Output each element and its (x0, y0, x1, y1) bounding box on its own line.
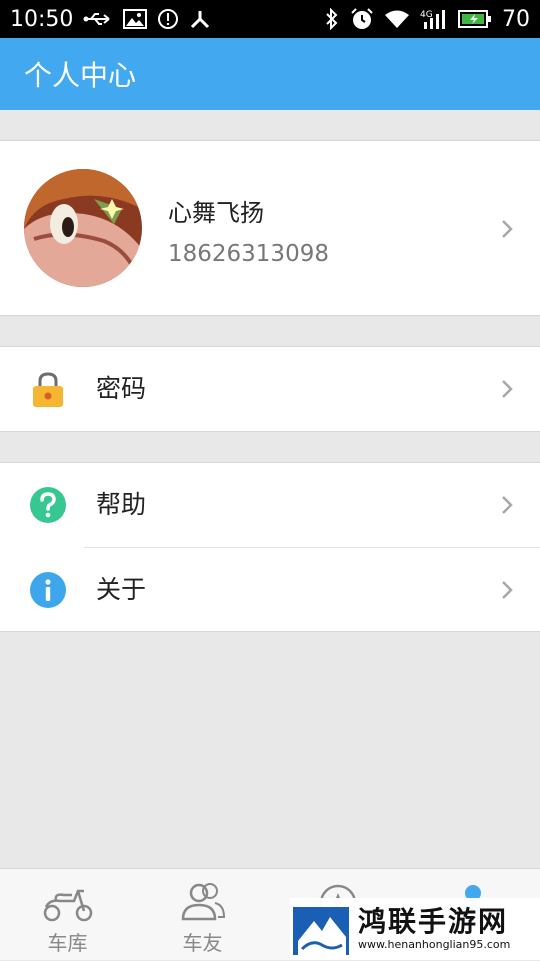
page-title: 个人中心 (24, 59, 137, 92)
watermark: 鸿联手游网 www.henanhonglian95.com (290, 898, 540, 960)
alarm-icon (350, 7, 374, 31)
help-icon (30, 487, 66, 523)
menu-item-label: 帮助 (96, 490, 147, 519)
lock-icon (33, 372, 63, 407)
menu-item-label: 关于 (96, 575, 147, 604)
chevron-right-icon (502, 581, 513, 599)
profile-card[interactable]: 心舞飞扬 18626313098 (0, 140, 540, 316)
menu-item-password[interactable]: 密码 (0, 347, 540, 431)
profile-phone: 18626313098 (168, 241, 329, 267)
chevron-right-icon (502, 220, 513, 238)
site-logo-icon (293, 907, 349, 955)
avatar[interactable] (24, 169, 142, 287)
menu-group-info: 帮助 关于 (0, 462, 540, 632)
menu-group-security: 密码 (0, 346, 540, 432)
status-bar: 10:50 4G 70 (0, 0, 540, 38)
wifi-icon (384, 9, 410, 29)
profile-name: 心舞飞扬 (168, 199, 264, 227)
usb-icon (83, 10, 113, 28)
tab-garage[interactable]: 车库 (0, 869, 135, 961)
info-icon (30, 572, 66, 608)
scooter-icon (43, 889, 92, 922)
battery-level: 70 (502, 6, 530, 32)
tab-label: 车友 (182, 931, 223, 955)
bluetooth-icon (324, 8, 340, 30)
menu-item-help[interactable]: 帮助 (0, 463, 540, 547)
tab-label: 车库 (47, 931, 88, 955)
friends-icon (181, 883, 225, 921)
battery-icon (458, 9, 492, 29)
menu-item-about[interactable]: 关于 (0, 548, 540, 632)
menu-item-label: 密码 (96, 374, 147, 403)
watermark-url: www.henanhonglian95.com (358, 938, 511, 951)
status-time: 10:50 (10, 6, 74, 32)
tab-friends[interactable]: 车友 (135, 869, 270, 961)
share-icon (189, 8, 211, 30)
signal-4g-icon: 4G (420, 8, 448, 30)
watermark-title: 鸿联手游网 (358, 905, 509, 938)
alert-icon (157, 8, 179, 30)
app-header: 个人中心 (0, 38, 540, 110)
chevron-right-icon (502, 380, 513, 398)
chevron-right-icon (502, 496, 513, 514)
image-icon (123, 9, 148, 29)
